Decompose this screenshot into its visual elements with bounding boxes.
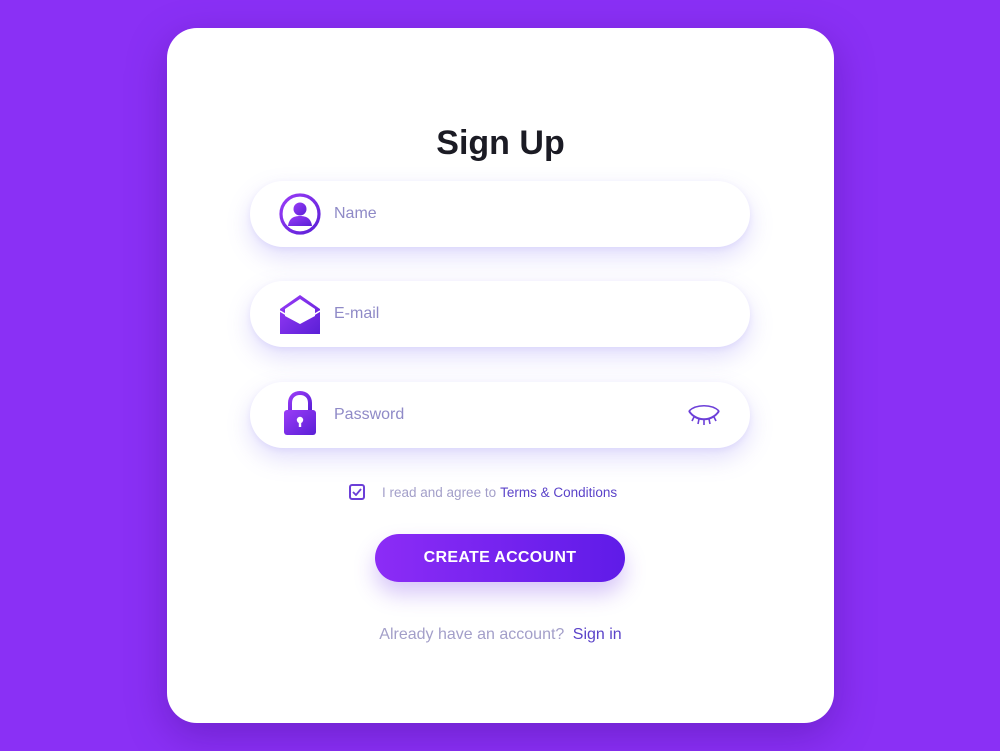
signin-link[interactable]: Sign in xyxy=(573,626,622,643)
terms-label: I read and agree to xyxy=(382,484,497,500)
terms-checkbox[interactable] xyxy=(349,484,365,500)
signup-card: Sign Up Name E-mail I read and agree to … xyxy=(167,28,834,723)
envelope-icon xyxy=(278,292,322,336)
email-field[interactable] xyxy=(250,281,750,347)
terms-link[interactable]: Terms & Conditions xyxy=(500,485,617,500)
password-input[interactable] xyxy=(334,382,664,448)
user-icon xyxy=(278,192,322,236)
terms-agreement: I read and agree to Terms & Conditions xyxy=(349,482,617,502)
signin-prompt: Already have an account? Sign in xyxy=(167,626,834,644)
page-title: Sign Up xyxy=(436,124,565,162)
password-field[interactable] xyxy=(250,382,750,448)
checkmark-icon xyxy=(352,488,362,496)
signin-label: Already have an account? xyxy=(379,626,565,643)
email-input[interactable] xyxy=(334,281,664,347)
create-account-button[interactable]: CREATE ACCOUNT xyxy=(375,534,625,582)
name-field[interactable] xyxy=(250,181,750,247)
name-input[interactable] xyxy=(334,181,664,247)
lock-icon xyxy=(278,390,322,437)
eye-closed-icon[interactable] xyxy=(686,402,722,428)
